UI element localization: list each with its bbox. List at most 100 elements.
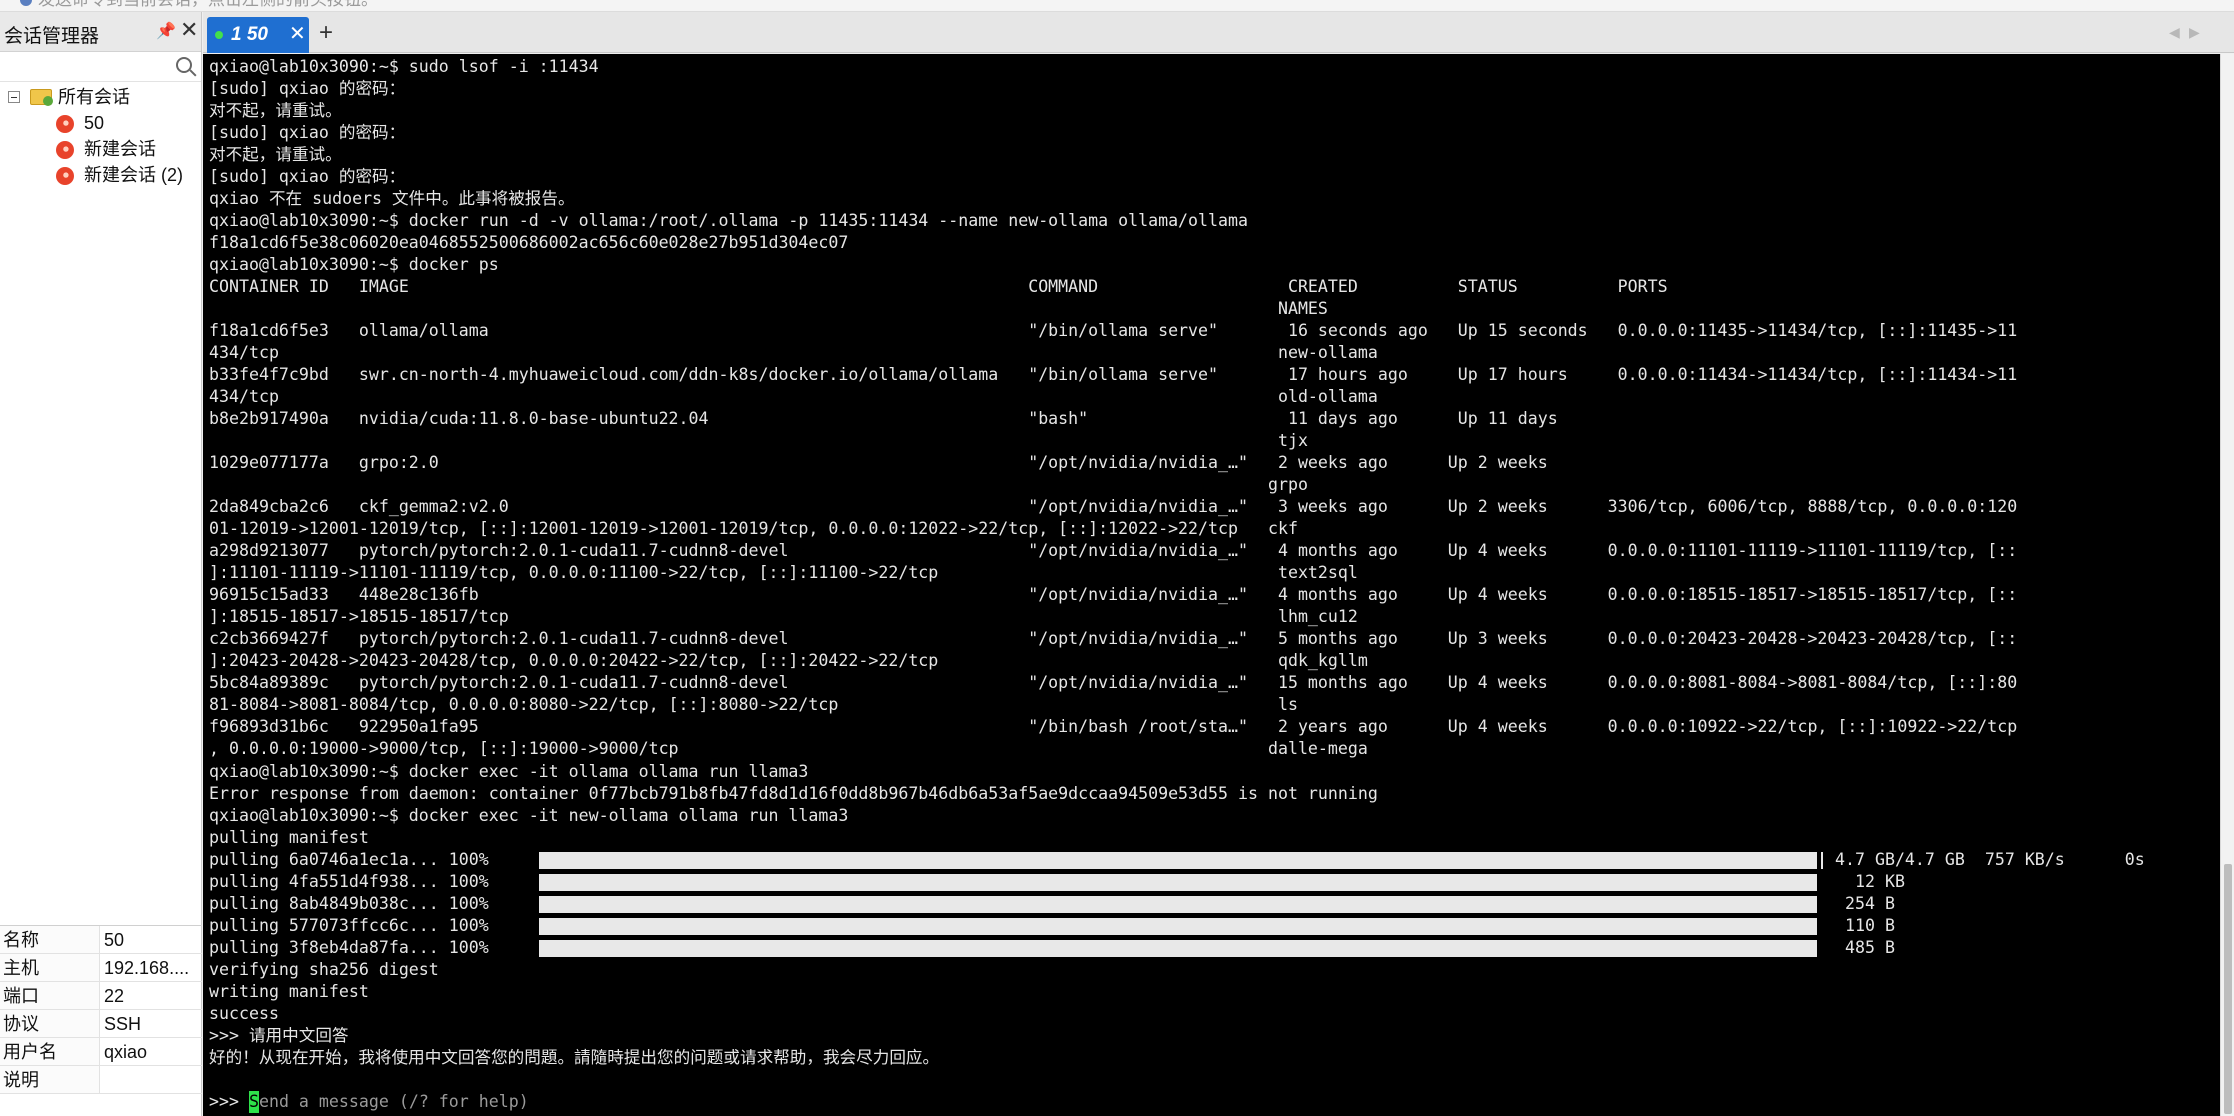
terminal-line: qxiao@lab10x3090:~$ docker ps (209, 255, 499, 275)
property-key: 用户名 (0, 1038, 100, 1065)
session-manager-panel: 会话管理器 📌 ✕ 所有会话 50 新建会话 新建会话 (2) 名称 50 主机… (0, 12, 202, 1116)
tree-item-new-session[interactable]: 新建会话 (0, 136, 202, 162)
pull-progress-line: pulling 3f8eb4da87fa... 100% 485 B (209, 937, 2017, 959)
ollama-input-line[interactable]: >>> Send a message (/? for help) (209, 1090, 2017, 1113)
command-hint: 发送命令到当前会话，点击左侧的箭头按钮。 (38, 0, 378, 10)
ssh-session-icon (56, 141, 74, 159)
pull-progress-line: pulling 8ab4849b038c... 100% 254 B (209, 893, 2017, 915)
terminal-output[interactable]: qxiao@lab10x3090:~$ sudo lsof -i :11434 [… (203, 54, 2220, 1116)
tab-scroll-left-icon[interactable]: ◀ (2169, 24, 2180, 41)
terminal-line: NAMES (209, 299, 1328, 319)
property-row: 主机 192.168.... (0, 954, 202, 982)
pull-size-info: 4.7 GB/4.7 GB 757 KB/s 0s (1835, 849, 2145, 869)
terminal-line: 96915c15ad33 448e28c136fb "/opt/nvidia/n… (209, 585, 2018, 605)
pull-label: pulling 3f8eb4da87fa... 100% (209, 937, 489, 957)
property-key: 端口 (0, 982, 100, 1009)
session-manager-header: 会话管理器 📌 ✕ (0, 12, 201, 52)
property-key: 协议 (0, 1010, 100, 1037)
property-value[interactable] (100, 1066, 202, 1093)
pull-progress-bar (539, 895, 1817, 913)
terminal-line: a298d9213077 pytorch/pytorch:2.0.1-cuda1… (209, 541, 2018, 561)
property-key: 主机 (0, 954, 100, 981)
pin-icon[interactable]: 📌 (156, 21, 176, 41)
terminal-line: b33fe4f7c9bd swr.cn-north-4.myhuaweiclou… (209, 365, 2018, 385)
pull-size-info: 12 KB (1835, 871, 1905, 891)
pull-label: pulling 6a0746a1ec1a... 100% (209, 849, 489, 869)
pull-progress-bar (539, 851, 1823, 869)
property-key: 说明 (0, 1066, 100, 1093)
terminal-line: CONTAINER ID IMAGE COMMAND CREATED STATU… (209, 277, 1668, 297)
pull-label: pulling 577073ffcc6c... 100% (209, 915, 489, 935)
search-icon[interactable] (176, 57, 192, 73)
ssh-session-icon (56, 167, 74, 185)
new-tab-button[interactable]: + (313, 17, 339, 51)
terminal-line: writing manifest (209, 981, 369, 1001)
terminal-line: c2cb3669427f pytorch/pytorch:2.0.1-cuda1… (209, 629, 2018, 649)
pull-size-info: 485 B (1835, 937, 1895, 957)
terminal-lines: qxiao@lab10x3090:~$ sudo lsof -i :11434 [… (209, 56, 2145, 1113)
property-row: 用户名 qxiao (0, 1038, 202, 1066)
tab-session-50[interactable]: 1 50 ✕ (207, 17, 309, 53)
scrollbar-thumb[interactable] (2224, 864, 2232, 1114)
property-row: 协议 SSH (0, 1010, 202, 1038)
tab-scroll-right-icon[interactable]: ▶ (2189, 24, 2200, 41)
terminal-line: verifying sha256 digest (209, 959, 439, 979)
tree-item-label: 50 (84, 113, 105, 133)
terminal-line: qxiao@lab10x3090:~$ sudo lsof -i :11434 (209, 57, 599, 76)
property-row: 端口 22 (0, 982, 202, 1010)
terminal-line: ]:18515-18517->18515-18517/tcp lhm_cu12 (209, 607, 1358, 627)
property-value[interactable]: 192.168.... (100, 954, 202, 981)
terminal-line: , 0.0.0.0:19000->9000/tcp, [::]:19000->9… (209, 739, 1368, 759)
terminal-line: [sudo] qxiao 的密码： (209, 167, 406, 187)
ollama-prompt: >>> (209, 1091, 249, 1111)
terminal-line: f96893d31b6c 922950a1fa95 "/bin/bash /ro… (209, 717, 2018, 737)
session-properties: 名称 50 主机 192.168.... 端口 22 协议 SSH 用户名 qx… (0, 925, 202, 1094)
terminal-line: pulling manifest (209, 827, 369, 847)
tree-item-50[interactable]: 50 (0, 110, 202, 136)
tree-item-new-session-2[interactable]: 新建会话 (2) (0, 162, 202, 188)
session-tree: 所有会话 50 新建会话 新建会话 (2) (0, 84, 202, 188)
collapse-icon[interactable] (8, 91, 20, 103)
terminal-line: qxiao@lab10x3090:~$ docker run -d -v oll… (209, 211, 1248, 231)
terminal-line: ]:20423-20428->20423-20428/tcp, 0.0.0.0:… (209, 651, 1368, 671)
tab-label: 1 50 (231, 24, 268, 45)
terminal-line: success (209, 1003, 279, 1023)
terminal-line: b8e2b917490a nvidia/cuda:11.8.0-base-ubu… (209, 409, 1558, 429)
pull-progress-bar (539, 917, 1817, 935)
terminal-line: grpo (209, 475, 1308, 495)
pull-progress-line: pulling 4fa551d4f938... 100% 12 KB (209, 871, 2017, 893)
ssh-session-icon (56, 115, 74, 133)
terminal-line: 434/tcp old-ollama (209, 387, 1378, 407)
tab-close-icon[interactable]: ✕ (289, 21, 306, 46)
property-value[interactable]: qxiao (100, 1038, 202, 1065)
tree-item-label: 新建会话 (2) (84, 165, 183, 185)
terminal-line: 5bc84a89389c pytorch/pytorch:2.0.1-cuda1… (209, 673, 2018, 693)
terminal-line: 2da849cba2c6 ckf_gemma2:v2.0 "/opt/nvidi… (209, 497, 2018, 517)
terminal-line: 1029e077177a grpo:2.0 "/opt/nvidia/nvidi… (209, 453, 1548, 473)
property-value[interactable]: 22 (100, 982, 202, 1009)
terminal-line: qxiao 不在 sudoers 文件中。此事将被报告。 (209, 189, 575, 209)
session-search-input[interactable] (2, 55, 172, 79)
terminal-line: 对不起，请重试。 (209, 101, 342, 121)
tree-root-all-sessions[interactable]: 所有会话 (0, 84, 202, 110)
pull-label: pulling 4fa551d4f938... 100% (209, 871, 489, 891)
terminal-scrollbar[interactable] (2220, 54, 2234, 1116)
property-value[interactable]: 50 (100, 926, 202, 953)
terminal-line: 434/tcp new-ollama (209, 343, 1378, 363)
terminal-line: Error response from daemon: container 0f… (209, 783, 1378, 803)
pull-progress-bar (539, 873, 1817, 891)
property-value[interactable]: SSH (100, 1010, 202, 1037)
top-strip: 发送命令到当前会话，点击左侧的箭头按钮。 (0, 0, 2234, 12)
close-icon[interactable]: ✕ (180, 18, 198, 42)
pull-label: pulling 8ab4849b038c... 100% (209, 893, 489, 913)
terminal-line: qxiao@lab10x3090:~$ docker exec -it new-… (209, 805, 849, 825)
pull-progress-bar (539, 939, 1817, 957)
property-row: 名称 50 (0, 926, 202, 954)
message-placeholder[interactable]: end a message (/? for help) (259, 1092, 529, 1111)
terminal-line: tjx (209, 431, 1308, 451)
session-search-bar (0, 54, 201, 82)
text-cursor: S (248, 1090, 259, 1113)
tree-item-label: 新建会话 (84, 139, 156, 159)
panel-title: 会话管理器 (4, 26, 100, 47)
